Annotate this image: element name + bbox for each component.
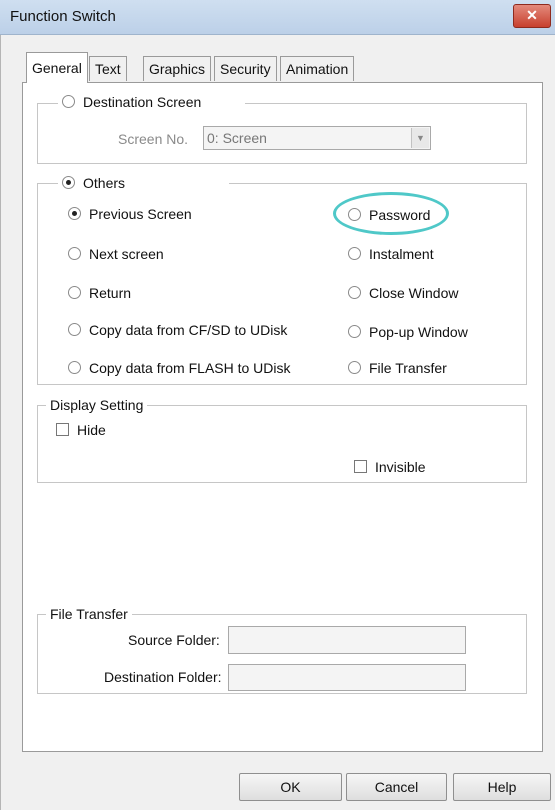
title-bar: Function Switch ✕ xyxy=(0,0,555,35)
option-close-window[interactable]: Close Window xyxy=(348,285,458,301)
close-icon: ✕ xyxy=(526,7,538,23)
invisible-label: Invisible xyxy=(375,459,426,475)
hide-label: Hide xyxy=(77,422,106,438)
file-transfer-group-label: File Transfer xyxy=(46,606,132,622)
close-button[interactable]: ✕ xyxy=(513,4,551,28)
option-next-screen[interactable]: Next screen xyxy=(68,246,164,262)
tab-graphics-label: Graphics xyxy=(149,61,206,77)
popup-window-label: Pop-up Window xyxy=(369,324,468,340)
tab-general[interactable]: General xyxy=(26,52,88,83)
destination-folder-label: Destination Folder: xyxy=(104,669,222,685)
file-transfer-option-label: File Transfer xyxy=(369,360,447,376)
tab-animation-label: Animation xyxy=(286,61,349,77)
screen-no-label: Screen No. xyxy=(118,131,189,147)
copy-flash-radio[interactable] xyxy=(68,361,81,374)
tab-security-label: Security xyxy=(220,61,271,77)
option-copy-flash[interactable]: Copy data from FLASH to UDisk xyxy=(68,360,291,376)
option-popup-window[interactable]: Pop-up Window xyxy=(348,324,468,340)
next-screen-radio[interactable] xyxy=(68,247,81,260)
instalment-radio[interactable] xyxy=(348,247,361,260)
ok-button[interactable]: OK xyxy=(239,773,342,801)
previous-screen-radio[interactable] xyxy=(68,207,81,220)
tab-general-label: General xyxy=(32,60,82,76)
popup-window-radio[interactable] xyxy=(348,325,361,338)
tab-text-label: Text xyxy=(95,61,121,77)
invisible-checkbox-row[interactable]: Invisible xyxy=(354,459,426,475)
screen-no-select[interactable]: 0: Screen ▼ xyxy=(203,126,431,150)
return-label: Return xyxy=(89,285,132,301)
tab-security[interactable]: Security xyxy=(214,56,277,81)
close-window-label: Close Window xyxy=(369,285,459,301)
display-setting-group xyxy=(37,405,527,483)
others-option[interactable]: Others xyxy=(58,175,230,191)
hide-checkbox[interactable] xyxy=(56,423,69,436)
invisible-checkbox[interactable] xyxy=(354,460,367,473)
destination-screen-option[interactable]: Destination Screen xyxy=(58,94,246,110)
next-screen-label: Next screen xyxy=(89,246,164,262)
others-radio[interactable] xyxy=(62,176,75,189)
option-return[interactable]: Return xyxy=(68,285,131,301)
cancel-button[interactable]: Cancel xyxy=(346,773,447,801)
return-radio[interactable] xyxy=(68,286,81,299)
password-highlight-ring xyxy=(333,192,449,235)
destination-folder-input[interactable] xyxy=(228,664,466,691)
copy-cf-sd-label: Copy data from CF/SD to UDisk xyxy=(89,322,288,338)
screen-no-value: 0: Screen xyxy=(207,130,267,146)
copy-flash-label: Copy data from FLASH to UDisk xyxy=(89,360,291,376)
hide-checkbox-row[interactable]: Hide xyxy=(56,422,106,438)
destination-screen-radio[interactable] xyxy=(62,95,75,108)
previous-screen-label: Previous Screen xyxy=(89,206,192,222)
file-transfer-radio[interactable] xyxy=(348,361,361,374)
option-file-transfer[interactable]: File Transfer xyxy=(348,360,447,376)
instalment-label: Instalment xyxy=(369,246,434,262)
tab-graphics[interactable]: Graphics xyxy=(143,56,212,81)
source-folder-input[interactable] xyxy=(228,626,466,654)
close-window-radio[interactable] xyxy=(348,286,361,299)
source-folder-label: Source Folder: xyxy=(128,632,220,648)
help-button[interactable]: Help xyxy=(453,773,551,801)
tab-text[interactable]: Text xyxy=(89,56,127,81)
others-label: Others xyxy=(83,175,126,191)
destination-screen-label: Destination Screen xyxy=(83,94,202,110)
chevron-down-icon[interactable]: ▼ xyxy=(411,128,429,148)
window-title: Function Switch xyxy=(10,8,116,25)
option-previous-screen[interactable]: Previous Screen xyxy=(68,206,192,222)
display-setting-label: Display Setting xyxy=(46,397,148,413)
option-instalment[interactable]: Instalment xyxy=(348,246,434,262)
tab-animation[interactable]: Animation xyxy=(280,56,355,81)
option-copy-cf-sd[interactable]: Copy data from CF/SD to UDisk xyxy=(68,322,287,338)
copy-cf-sd-radio[interactable] xyxy=(68,323,81,336)
